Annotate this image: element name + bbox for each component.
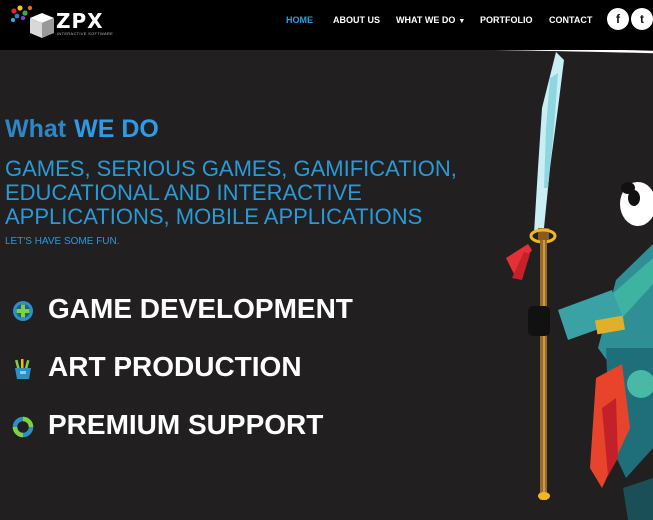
twitter-icon[interactable]: t: [631, 8, 653, 30]
services-line-2: EDUCATIONAL AND INTERACTIVE: [5, 180, 362, 205]
facebook-icon[interactable]: f: [607, 8, 629, 30]
heading-prefix: What: [5, 115, 67, 143]
logo-cube-icon: [11, 5, 54, 38]
brand-logo[interactable]: ZPX INTERACTIVE SOFTWARE: [10, 4, 114, 40]
brand-tagline: INTERACTIVE SOFTWARE: [57, 31, 114, 36]
nav-contact[interactable]: CONTACT: [549, 15, 592, 25]
feature-label: GAME DEVELOPMENT: [48, 293, 353, 324]
feature-label: PREMIUM SUPPORT: [48, 409, 324, 440]
nav-about-us[interactable]: ABOUT US: [333, 15, 380, 25]
plus-circle-icon: [13, 301, 33, 321]
nav-what-we-do-label: WHAT WE DO: [396, 15, 456, 25]
site-header: ZPX INTERACTIVE SOFTWARE HOME ABOUT US W…: [0, 0, 653, 50]
heading-highlight: WE DO: [74, 115, 159, 143]
nav-portfolio[interactable]: PORTFOLIO: [480, 15, 533, 25]
brand-name: ZPX: [56, 9, 104, 33]
feature-label: ART PRODUCTION: [48, 351, 302, 382]
hero-tagline: LET'S HAVE SOME FUN.: [5, 236, 120, 247]
caret-down-icon: ▼: [458, 18, 466, 25]
support-ring-icon: [12, 416, 34, 438]
services-line-3: APPLICATIONS, MOBILE APPLICATIONS: [5, 204, 423, 229]
nav-home[interactable]: HOME: [286, 15, 313, 25]
page-heading: What WE DO: [5, 115, 159, 144]
services-line-1: GAMES, SERIOUS GAMES, GAMIFICATION,: [5, 156, 457, 181]
paint-cup-icon: [14, 359, 31, 379]
nav-what-we-do[interactable]: WHAT WE DO ▼: [396, 15, 465, 25]
panda-warrior-illustration: [506, 52, 653, 520]
